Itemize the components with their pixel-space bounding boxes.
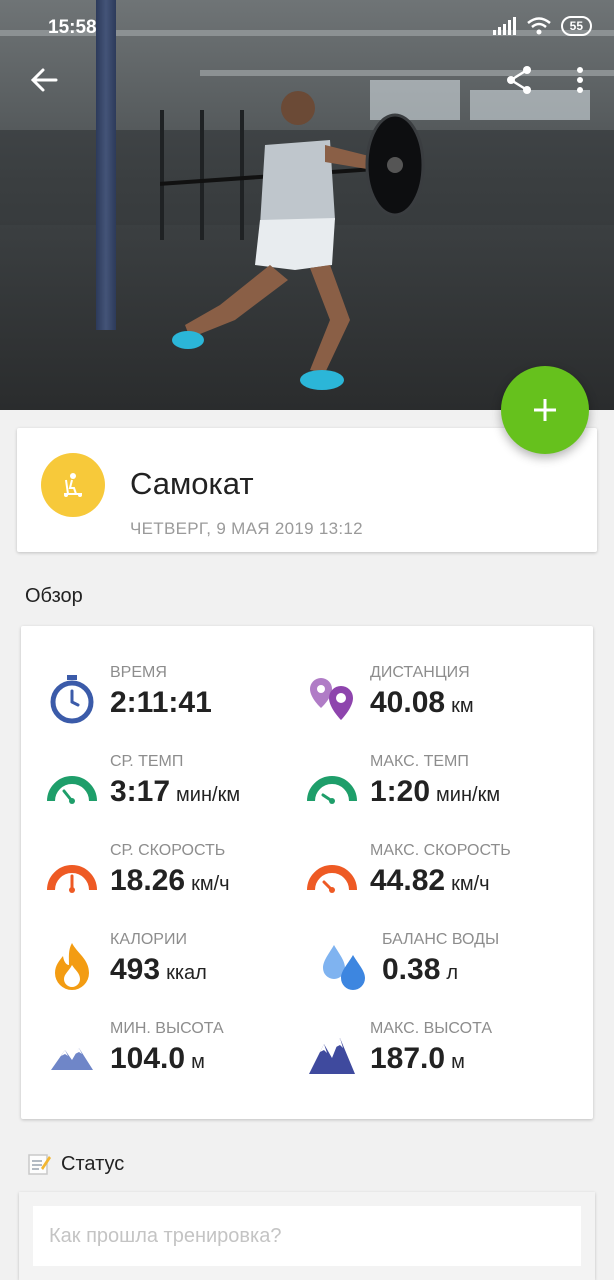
stat-value: 493 ккал: [110, 953, 207, 987]
kick-scooter-icon: [64, 473, 82, 497]
stat-number: 40.08: [370, 686, 446, 719]
overview-title: Обзор: [25, 585, 83, 607]
signal-icon: [492, 17, 516, 35]
stat-value: 1:20 мин/км: [370, 775, 500, 809]
stat-label: МАКС. ВЫСОТА: [370, 1020, 492, 1037]
stat-value: 0.38 л: [382, 953, 458, 987]
activity-card[interactable]: Самокат ЧЕТВЕРГ, 9 МАЯ 2019 13:12: [17, 428, 597, 552]
stat-value: 187.0 м: [370, 1042, 465, 1076]
activity-date: ЧЕТВЕРГ, 9 МАЯ 2019 13:12: [130, 519, 363, 538]
stat-unit: км: [451, 695, 474, 717]
stat-label: КАЛОРИИ: [110, 931, 187, 948]
stat-number: 0.38: [382, 953, 441, 986]
stat-water-balance: БАЛАНС ВОДЫ 0.38 л: [319, 931, 579, 1003]
stat-number: 18.26: [110, 864, 186, 897]
back-arrow-icon[interactable]: [28, 64, 60, 96]
ceiling-beam: [200, 70, 614, 76]
mountain-icon: [51, 1048, 93, 1070]
hero-photo: 15:58 55: [0, 0, 614, 410]
stat-value: 18.26 км/ч: [110, 864, 230, 898]
stat-number: 3:17: [110, 775, 171, 808]
status-heading: Статус: [27, 1152, 124, 1176]
stat-label: ВРЕМЯ: [110, 664, 167, 681]
stat-min-altitude: МИН. ВЫСОТА 104.0 м: [47, 1020, 307, 1092]
stat-label: МАКС. ТЕМП: [370, 753, 469, 770]
stat-max-altitude: МАКС. ВЫСОТА 187.0 м: [307, 1020, 567, 1092]
status-time: 15:58: [48, 17, 97, 38]
pace-gauge-icon: [307, 776, 357, 804]
stat-max-pace: МАКС. ТЕМП 1:20 мин/км: [307, 753, 567, 825]
stat-calories: КАЛОРИИ 493 ккал: [47, 931, 307, 1003]
activity-icon-badge: [41, 453, 105, 517]
stat-label: ДИСТАНЦИЯ: [370, 664, 470, 681]
stat-value: 40.08 км: [370, 686, 474, 720]
status-icons: 55: [492, 16, 592, 36]
pace-gauge-icon: [47, 776, 97, 804]
stat-number: 187.0: [370, 1042, 446, 1075]
stopwatch-icon: [50, 675, 94, 724]
speed-gauge-icon: [307, 865, 357, 893]
stat-time: ВРЕМЯ 2:11:41: [47, 664, 307, 736]
stat-label: БАЛАНС ВОДЫ: [382, 931, 500, 948]
memo-icon: [28, 1154, 51, 1175]
map-pins-icon: [310, 678, 353, 720]
stat-avg-pace: СР. ТЕМП 3:17 мин/км: [47, 753, 307, 825]
battery-indicator: 55: [560, 16, 592, 36]
wifi-icon: [526, 17, 551, 35]
plus-icon: [534, 399, 556, 421]
stat-distance: ДИСТАНЦИЯ 40.08 км: [307, 664, 567, 736]
stat-number: 104.0: [110, 1042, 186, 1075]
stat-unit: км/ч: [451, 873, 490, 895]
status-title: Статус: [61, 1152, 125, 1175]
status-input[interactable]: [33, 1206, 581, 1266]
share-icon[interactable]: [503, 64, 535, 96]
more-vertical-icon[interactable]: [570, 64, 590, 96]
stat-unit: мин/км: [176, 784, 241, 806]
overview-card: ВРЕМЯ 2:11:41 ДИСТАНЦИЯ 40.08 км СР. ТЕМП…: [21, 626, 593, 1119]
stat-max-speed: МАКС. СКОРОСТЬ 44.82 км/ч: [307, 842, 567, 914]
stat-unit: м: [451, 1051, 465, 1073]
stat-label: МИН. ВЫСОТА: [110, 1020, 224, 1037]
athlete-figure: [160, 91, 425, 390]
stat-value: 2:11:41: [110, 686, 212, 720]
flame-icon: [55, 943, 89, 990]
stat-unit: ккал: [166, 962, 207, 984]
stat-value: 3:17 мин/км: [110, 775, 240, 809]
stat-number: 493: [110, 953, 161, 986]
water-drops-icon: [323, 945, 365, 990]
stat-number: 2:11:41: [110, 686, 212, 719]
status-bar: 15:58 55: [0, 0, 614, 54]
stat-unit: мин/км: [436, 784, 501, 806]
speed-gauge-icon: [47, 865, 97, 893]
stat-avg-speed: СР. СКОРОСТЬ 18.26 км/ч: [47, 842, 307, 914]
stat-label: МАКС. СКОРОСТЬ: [370, 842, 511, 859]
stat-label: СР. СКОРОСТЬ: [110, 842, 226, 859]
stat-unit: л: [446, 962, 459, 984]
stat-number: 44.82: [370, 864, 446, 897]
stat-unit: м: [191, 1051, 205, 1073]
stat-value: 44.82 км/ч: [370, 864, 490, 898]
stat-number: 1:20: [370, 775, 431, 808]
stat-label: СР. ТЕМП: [110, 753, 184, 770]
mountain-icon: [309, 1038, 355, 1074]
activity-title: Самокат: [130, 466, 254, 501]
add-button[interactable]: [501, 366, 589, 454]
stat-value: 104.0 м: [110, 1042, 205, 1076]
stat-unit: км/ч: [191, 873, 230, 895]
status-card: [19, 1192, 595, 1280]
